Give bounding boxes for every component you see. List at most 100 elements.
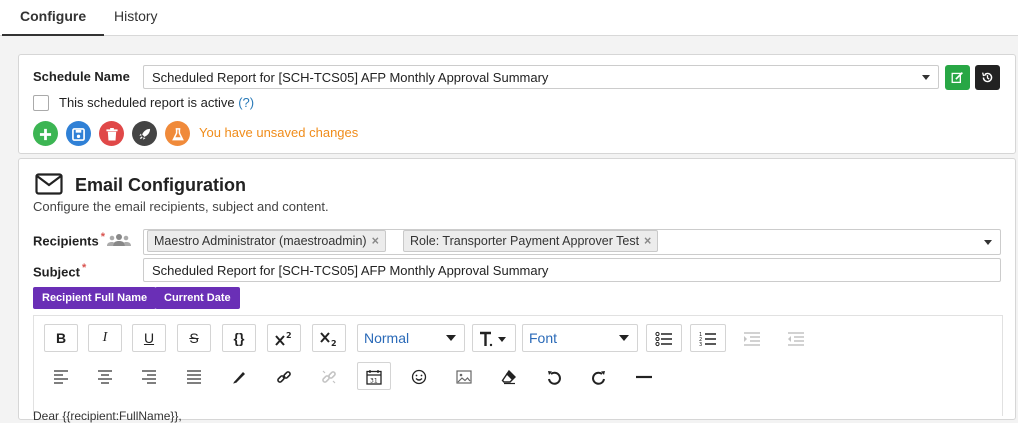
underline-button[interactable]: U — [132, 324, 166, 352]
chevron-down-icon — [619, 335, 629, 341]
help-link[interactable]: (?) — [238, 95, 254, 110]
recipient-tag-label: Role: Transporter Payment Approver Test — [410, 234, 640, 248]
align-center-icon — [98, 370, 112, 384]
delete-button[interactable] — [99, 121, 124, 146]
active-label: This scheduled report is active (?) — [59, 95, 254, 110]
text-size-icon — [480, 332, 506, 347]
strikethrough-button[interactable]: S — [177, 324, 211, 352]
numbered-list-button[interactable]: 123 — [690, 324, 726, 352]
unlink-icon — [322, 370, 336, 384]
align-left-icon — [54, 370, 68, 384]
eraser-icon — [501, 370, 516, 385]
text-size-button[interactable] — [472, 324, 516, 352]
emoji-button[interactable] — [402, 362, 436, 390]
schedule-history-button[interactable] — [975, 65, 1000, 90]
tab-history[interactable]: History — [96, 0, 176, 34]
active-label-text: This scheduled report is active — [59, 95, 235, 110]
recipient-full-name-button[interactable]: Recipient Full Name — [33, 287, 157, 309]
format-select-value: Normal — [364, 330, 410, 346]
chevron-down-icon — [922, 75, 930, 80]
schedule-card: Schedule Name Scheduled Report for [SCH-… — [18, 54, 1016, 154]
insert-date-button[interactable]: 31 — [357, 362, 391, 390]
current-date-button[interactable]: Current Date — [155, 287, 240, 309]
superscript-icon: 2 — [275, 331, 292, 346]
schedule-name-value: Scheduled Report for [SCH-TCS05] AFP Mon… — [152, 70, 549, 85]
svg-text:2: 2 — [331, 339, 337, 347]
unlink-button[interactable] — [312, 362, 346, 390]
required-marker: * — [81, 262, 87, 274]
remove-tag-icon[interactable]: × — [372, 234, 379, 248]
align-left-button[interactable] — [44, 362, 78, 390]
envelope-icon — [35, 173, 63, 195]
pen-icon — [233, 372, 245, 384]
svg-text:2: 2 — [286, 331, 292, 340]
chevron-down-icon — [446, 335, 456, 341]
image-button[interactable] — [447, 362, 481, 390]
history-icon — [982, 72, 993, 83]
flask-icon — [171, 128, 184, 141]
redo-icon — [592, 371, 605, 386]
unsaved-changes-text: You have unsaved changes — [199, 125, 359, 140]
email-configuration-card: Email Configuration Configure the email … — [18, 158, 1016, 423]
subscript-icon: 2 — [320, 332, 337, 348]
recipient-tag: Maestro Administrator (maestroadmin) × — [147, 230, 386, 252]
recipients-label: Recipients * — [33, 231, 105, 248]
code-button[interactable]: {} — [222, 324, 256, 352]
section-description: Configure the email recipients, subject … — [33, 199, 329, 214]
edit-icon — [951, 72, 963, 84]
align-right-button[interactable] — [132, 362, 166, 390]
subject-label-text: Subject — [33, 264, 80, 280]
schedule-name-label: Schedule Name — [33, 69, 130, 84]
undo-button[interactable] — [537, 362, 571, 390]
superscript-button[interactable]: 2 — [267, 324, 301, 352]
required-marker: * — [100, 231, 106, 243]
editor-toolbar: B I U S {} 2 2 Normal Font 123 31 — [33, 315, 1003, 416]
clear-format-button[interactable] — [492, 362, 526, 390]
font-select-value: Font — [529, 330, 558, 346]
outdent-button[interactable] — [778, 324, 814, 352]
text-color-button[interactable] — [222, 362, 256, 390]
undo-icon — [548, 371, 561, 386]
font-select[interactable]: Font — [522, 324, 638, 352]
chevron-down-icon — [984, 240, 992, 245]
editor-body-preview[interactable]: Dear {{recipient:FullName}}, — [33, 409, 182, 423]
run-button[interactable] — [132, 121, 157, 146]
subject-label: Subject * — [33, 262, 86, 279]
recipients-label-text: Recipients — [33, 233, 99, 249]
section-title: Email Configuration — [75, 175, 246, 195]
horizontal-rule-button[interactable] — [627, 362, 661, 390]
numbered-list-icon: 123 — [699, 332, 716, 348]
bullet-list-button[interactable] — [646, 324, 682, 352]
align-center-button[interactable] — [88, 362, 122, 390]
indent-icon — [744, 332, 760, 346]
trash-icon — [105, 128, 118, 141]
schedule-name-select[interactable]: Scheduled Report for [SCH-TCS05] AFP Mon… — [143, 65, 939, 89]
smile-icon — [411, 370, 427, 385]
remove-tag-icon[interactable]: × — [644, 234, 651, 248]
rocket-icon — [139, 128, 151, 140]
svg-text:31: 31 — [370, 378, 378, 385]
align-justify-icon — [187, 370, 201, 384]
subscript-button[interactable]: 2 — [312, 324, 346, 352]
link-button[interactable] — [267, 362, 301, 390]
bold-button[interactable]: B — [44, 324, 78, 352]
active-checkbox[interactable] — [33, 95, 49, 111]
edit-schedule-button[interactable] — [945, 65, 970, 90]
image-icon — [456, 370, 472, 384]
redo-button[interactable] — [582, 362, 616, 390]
save-button[interactable] — [66, 121, 91, 146]
subject-input[interactable]: Scheduled Report for [SCH-TCS05] AFP Mon… — [143, 258, 1001, 282]
add-button[interactable] — [33, 121, 58, 146]
test-button[interactable] — [165, 121, 190, 146]
tab-configure[interactable]: Configure — [2, 0, 105, 36]
calendar-icon: 31 — [366, 370, 382, 385]
indent-button[interactable] — [734, 324, 770, 352]
recipient-tag-label: Maestro Administrator (maestroadmin) — [154, 234, 367, 248]
link-icon — [277, 371, 291, 384]
italic-button[interactable]: I — [88, 324, 122, 352]
plus-icon — [39, 128, 52, 141]
align-justify-button[interactable] — [177, 362, 211, 390]
horizontal-rule-icon — [636, 376, 652, 379]
format-select[interactable]: Normal — [357, 324, 465, 352]
users-icon — [107, 234, 131, 246]
